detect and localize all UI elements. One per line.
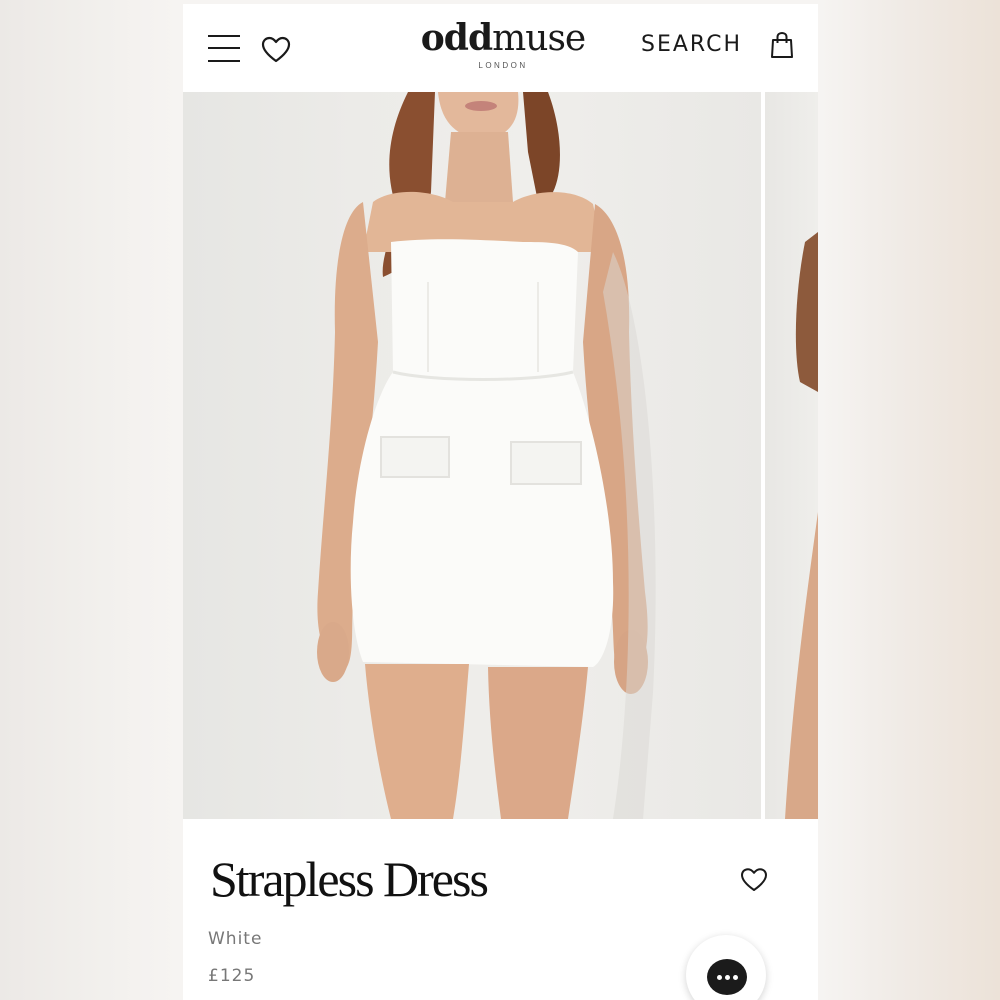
shopping-bag-icon[interactable]: [770, 31, 794, 59]
product-title: Strapless Dress: [210, 851, 489, 907]
product-color: White: [208, 929, 263, 949]
add-to-wishlist-heart-icon[interactable]: [740, 867, 768, 893]
logo-subtitle: LONDON: [478, 61, 528, 70]
product-info: Strapless Dress White £125: [183, 819, 818, 1000]
product-price: £125: [208, 966, 256, 986]
menu-line: [208, 47, 240, 49]
hamburger-menu-icon[interactable]: [208, 33, 240, 63]
menu-line: [208, 35, 240, 37]
mobile-page: oddmuse LONDON SEARCH Strapless Dress Wh…: [183, 4, 818, 1000]
wishlist-heart-icon[interactable]: [261, 36, 291, 64]
chat-button[interactable]: [686, 935, 766, 1000]
menu-line: [208, 60, 240, 62]
brand-logo[interactable]: oddmuse LONDON: [403, 16, 603, 70]
next-product-photo[interactable]: [765, 92, 818, 819]
logo-wordmark: oddmuse: [420, 17, 586, 59]
search-button[interactable]: SEARCH: [641, 32, 742, 57]
product-image-gallery[interactable]: [183, 92, 818, 819]
site-header: oddmuse LONDON SEARCH: [183, 4, 818, 92]
chat-bubble-icon: [707, 959, 747, 995]
product-photo[interactable]: [183, 92, 761, 819]
